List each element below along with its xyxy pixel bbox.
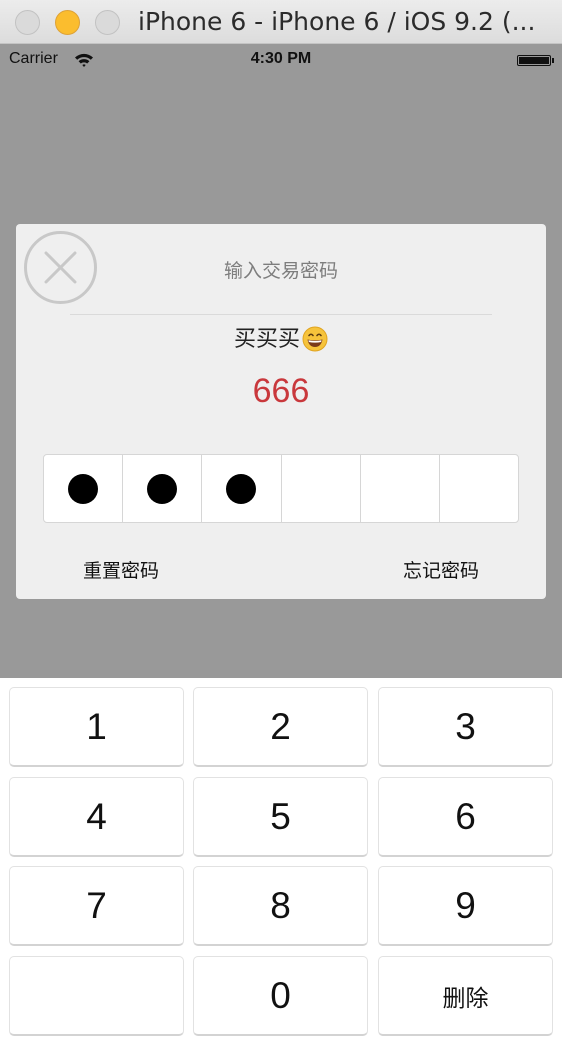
password-digit-cell [440, 455, 518, 522]
key-0[interactable]: 0 [193, 956, 368, 1036]
battery-icon [517, 55, 551, 66]
window-zoom-button[interactable] [95, 10, 120, 35]
password-digit-cell [282, 455, 361, 522]
window-close-button[interactable] [15, 10, 40, 35]
dialog-subtitle: 买买买 [16, 321, 546, 353]
password-input[interactable] [43, 454, 519, 523]
key-6[interactable]: 6 [378, 777, 553, 857]
battery-tip [552, 58, 554, 63]
title-divider [70, 314, 492, 315]
payment-amount: 666 [252, 372, 310, 410]
password-dot [68, 473, 99, 504]
key-8[interactable]: 8 [193, 866, 368, 946]
key-1[interactable]: 1 [9, 687, 184, 767]
window-minimize-button[interactable] [55, 10, 80, 35]
forgot-password-link[interactable]: 忘记密码 [403, 556, 479, 583]
simulator-title-bar: iPhone 6 - iPhone 6 / iOS 9.2 (... [0, 0, 562, 44]
password-digit-cell [123, 455, 203, 522]
subtitle-text: 买买买 [233, 327, 300, 352]
reset-password-link[interactable]: 重置密码 [83, 556, 159, 583]
status-time: 4:30 PM [250, 50, 312, 67]
password-dialog: 输入交易密码 买买买 666 重置密码 忘记密码 [16, 224, 546, 599]
status-bar: Carrier 4:30 PM [0, 44, 562, 76]
password-dot [147, 473, 178, 504]
password-digit-cell [361, 455, 440, 522]
window-title: iPhone 6 - iPhone 6 / iOS 9.2 (... [138, 7, 536, 36]
dialog-title: 输入交易密码 [223, 260, 338, 282]
password-dot [226, 473, 257, 504]
key-2[interactable]: 2 [193, 687, 368, 767]
key-5[interactable]: 5 [193, 777, 368, 857]
password-digit-cell [202, 455, 282, 522]
key-blank [9, 956, 184, 1036]
key-9[interactable]: 9 [378, 866, 553, 946]
key-7[interactable]: 7 [9, 866, 184, 946]
key-3[interactable]: 3 [378, 687, 553, 767]
delete-key[interactable]: 删除 [378, 956, 553, 1036]
password-digit-cell [44, 455, 124, 522]
device-screen: Carrier 4:30 PM 输入交易密码 买买买 666 重置密码 忘记密码… [0, 44, 562, 1044]
grinning-face-emoji-icon [302, 326, 328, 352]
key-4[interactable]: 4 [9, 777, 184, 857]
numeric-keypad: 1 2 3 4 5 6 7 8 9 0 删除 [0, 678, 562, 1044]
